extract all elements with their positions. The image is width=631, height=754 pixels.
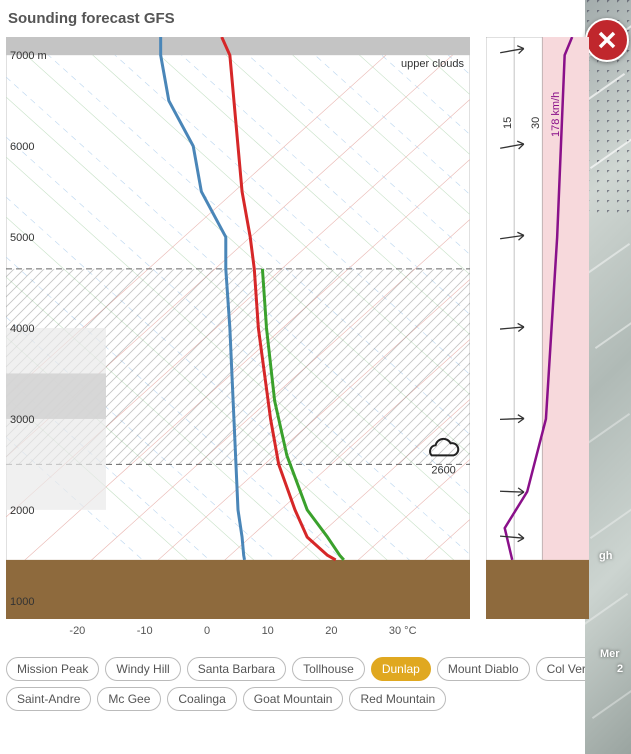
svg-text:upper clouds: upper clouds — [401, 58, 464, 70]
svg-text:2600: 2600 — [431, 464, 455, 476]
site-pill-active[interactable]: Dunlap — [371, 657, 431, 681]
svg-text:6000: 6000 — [10, 141, 34, 153]
close-button[interactable] — [585, 18, 629, 62]
map-label: gh — [599, 550, 612, 562]
skewt-chart: upper clouds 7000 m 6000 5000 4000 3000 2000 10… — [6, 37, 470, 637]
svg-text:15: 15 — [502, 117, 514, 129]
panel-title: Sounding forecast GFS — [8, 10, 625, 27]
svg-text:178 km/h: 178 km/h — [550, 92, 562, 137]
svg-text:4000: 4000 — [10, 323, 34, 335]
close-icon — [595, 28, 619, 52]
svg-text:2000: 2000 — [10, 505, 34, 517]
site-pill[interactable]: Saint-Andre — [6, 687, 91, 711]
svg-text:7000 m: 7000 m — [10, 50, 47, 62]
map-background: gh Mer 2 — [585, 0, 631, 754]
site-pill[interactable]: Santa Barbara — [187, 657, 286, 681]
svg-text:1000: 1000 — [10, 596, 34, 608]
site-pill[interactable]: Windy Hill — [105, 657, 180, 681]
svg-text:30: 30 — [530, 117, 542, 129]
site-pill[interactable]: Coalinga — [167, 687, 236, 711]
map-label: Mer — [600, 648, 620, 660]
svg-text:3000: 3000 — [10, 414, 34, 426]
x-axis-ticks: -20 -10 0 10 20 30 °C — [6, 625, 470, 637]
wind-chart: 15 30 178 km/h — [486, 37, 589, 637]
svg-text:5000: 5000 — [10, 232, 34, 244]
site-pill[interactable]: Tollhouse — [292, 657, 365, 681]
map-label: 2 — [617, 663, 623, 675]
site-pill[interactable]: Goat Mountain — [243, 687, 344, 711]
site-pill[interactable]: Mount Diablo — [437, 657, 530, 681]
site-pill[interactable]: Red Mountain — [349, 687, 446, 711]
site-list: Mission Peak Windy Hill Santa Barbara To… — [6, 657, 625, 711]
site-pill[interactable]: Mc Gee — [97, 687, 161, 711]
site-pill[interactable]: Mission Peak — [6, 657, 99, 681]
sounding-panel: gh Mer 2 Sounding forecast GFS upper clo… — [0, 0, 631, 754]
